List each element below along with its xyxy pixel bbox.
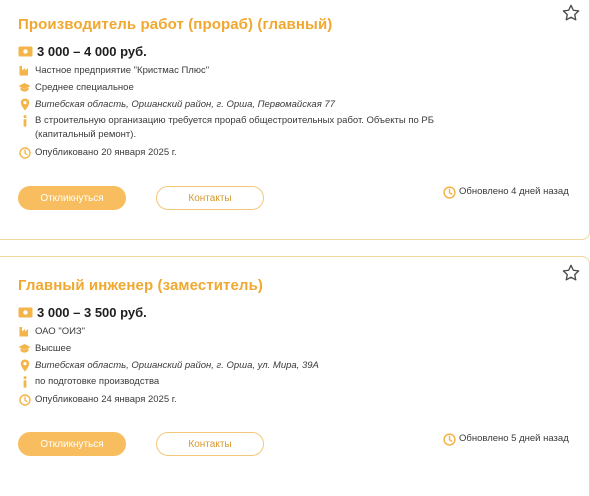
- favorite-star-icon[interactable]: [561, 3, 581, 23]
- published-date: Опубликовано 20 января 2025 г.: [35, 147, 177, 158]
- description-row: В строительную организацию требуется про…: [18, 114, 435, 142]
- description-text: В строительную организацию требуется про…: [35, 115, 434, 140]
- clock-icon: [18, 393, 31, 406]
- updated-text: Обновлено 4 дней назад: [459, 186, 569, 197]
- salary-row: 3 000 – 4 000 руб.: [18, 44, 147, 59]
- factory-icon: [18, 325, 31, 338]
- address-text: Витебская область, Оршанский район, г. О…: [35, 360, 319, 371]
- apply-button[interactable]: Откликнуться: [18, 432, 126, 456]
- address-text: Витебская область, Оршанский район, г. О…: [35, 99, 335, 110]
- clock-icon: [18, 146, 31, 159]
- vacancy-card: Производитель работ (прораб) (главный) 3…: [0, 0, 590, 240]
- education-row: Высшее: [18, 342, 71, 355]
- info-icon: [18, 115, 31, 128]
- salary-text: 3 000 – 4 000 руб.: [37, 44, 147, 59]
- money-icon: [18, 306, 33, 319]
- education-text: Высшее: [35, 343, 72, 354]
- address-row: Витебская область, Оршанский район, г. О…: [18, 359, 319, 372]
- description-text: по подготовке производства: [35, 376, 160, 387]
- apply-button[interactable]: Откликнуться: [18, 186, 126, 210]
- money-icon: [18, 45, 33, 58]
- company-row: ОАО "ОИЗ": [18, 325, 85, 338]
- vacancy-card: Главный инженер (заместитель) 3 000 – 3 …: [0, 256, 590, 496]
- info-icon: [18, 376, 31, 389]
- published-row: Опубликовано 20 января 2025 г.: [18, 146, 177, 159]
- company-row: Частное предприятие "Кристмас Плюс": [18, 64, 209, 77]
- updated-info: Обновлено 4 дней назад: [443, 185, 569, 201]
- updated-text: Обновлено 5 дней назад: [459, 433, 569, 444]
- clock-icon: [443, 433, 456, 446]
- address-row: Витебская область, Оршанский район, г. О…: [18, 98, 335, 111]
- location-pin-icon: [18, 359, 31, 372]
- education-row: Среднее специальное: [18, 81, 134, 94]
- published-date: Опубликовано 24 января 2025 г.: [35, 394, 177, 405]
- company-name: ОАО "ОИЗ": [35, 326, 86, 337]
- graduation-cap-icon: [18, 81, 31, 94]
- published-row: Опубликовано 24 января 2025 г.: [18, 393, 177, 406]
- factory-icon: [18, 64, 31, 77]
- clock-icon: [443, 186, 456, 199]
- salary-text: 3 000 – 3 500 руб.: [37, 305, 147, 320]
- contacts-button[interactable]: Контакты: [156, 432, 264, 456]
- updated-info: Обновлено 5 дней назад: [443, 432, 569, 448]
- contacts-button[interactable]: Контакты: [156, 186, 264, 210]
- description-row: по подготовке производства: [18, 375, 435, 389]
- salary-row: 3 000 – 3 500 руб.: [18, 305, 147, 320]
- vacancy-title[interactable]: Производитель работ (прораб) (главный): [18, 16, 332, 33]
- vacancy-title[interactable]: Главный инженер (заместитель): [18, 277, 263, 294]
- graduation-cap-icon: [18, 342, 31, 355]
- company-name: Частное предприятие "Кристмас Плюс": [35, 65, 210, 76]
- location-pin-icon: [18, 98, 31, 111]
- favorite-star-icon[interactable]: [561, 263, 581, 283]
- education-text: Среднее специальное: [35, 82, 134, 93]
